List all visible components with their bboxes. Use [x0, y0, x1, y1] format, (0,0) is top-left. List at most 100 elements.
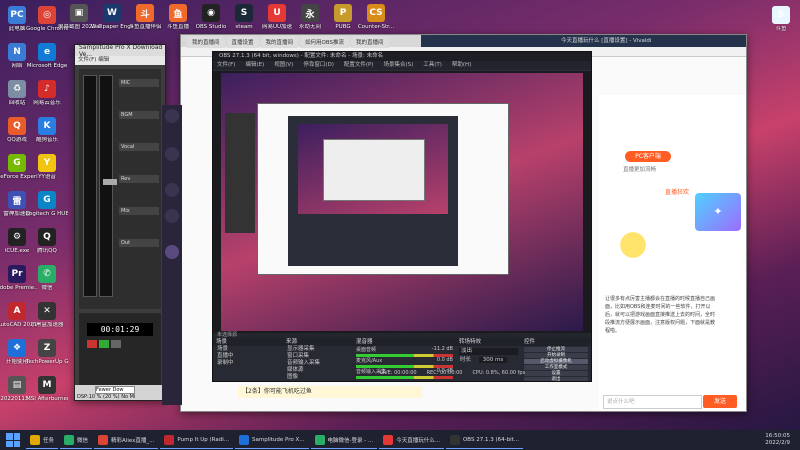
desktop-icon-label: Logitech G HUB [26, 211, 68, 217]
samplitude-titlebar[interactable]: Samplitude Pro X Download Ve... [75, 45, 165, 58]
scene-item[interactable]: 场景 [213, 346, 283, 353]
desktop-icon-icon: 鱼 [169, 4, 187, 22]
stop-button[interactable] [111, 340, 121, 348]
start-button[interactable] [6, 433, 20, 447]
douyu-side-panel: PC客户端 直播更加流畅 直播狂欢 ✦ 让很多有点厉害主播都会在直播的时候直播自… [599, 95, 746, 411]
obs-titlebar[interactable]: OBS 27.1.3 (64 bit, windows) - 配置文件: 未命名… [213, 52, 591, 61]
source-item[interactable]: 图像 [283, 374, 353, 381]
category-icon[interactable] [165, 183, 179, 197]
taskbar-app[interactable]: 今天直播玩什么... [379, 432, 444, 449]
promo-banner[interactable]: ✦ [695, 193, 741, 231]
desktop-icon[interactable]: Q 腾讯QQ [26, 228, 68, 268]
taskbar-app[interactable]: Samplitude Pro X... [234, 432, 309, 449]
obs-menu-item[interactable]: 文件(F) [217, 62, 235, 68]
taskbar-app[interactable]: 微信 [60, 432, 93, 449]
obs-menu-item[interactable]: 场景集合(S) [383, 62, 413, 68]
desktop-icon[interactable]: ✆ 微信 [26, 265, 68, 305]
fader-strip[interactable] [99, 75, 113, 297]
game-icon[interactable] [165, 209, 179, 223]
scene-item[interactable]: 录制中 [213, 360, 283, 367]
browser-tab[interactable]: 我的直播间 [260, 36, 299, 48]
obs-window[interactable]: OBS 27.1.3 (64 bit, windows) - 配置文件: 未命名… [212, 51, 592, 382]
obs-menu-item[interactable]: 帮助(H) [452, 62, 471, 68]
taskbar-app[interactable]: 电脑微信-登录 - ... [310, 432, 378, 449]
chat-input[interactable]: 说点什么吧 [603, 395, 702, 409]
clock-time[interactable]: 16:50:05 [765, 433, 790, 440]
follow-icon[interactable] [165, 109, 179, 123]
play-button[interactable] [99, 340, 109, 348]
duration-input[interactable]: 300 ms [478, 357, 508, 363]
desktop-icon[interactable]: Y YY语音 [26, 154, 68, 194]
status-bar: Fewer Dow DSP:10 % (20 %) No Mi [75, 385, 165, 400]
desktop-icon[interactable]: G Logitech G HUB [26, 191, 68, 231]
control-button[interactable]: 启动虚拟摄像机 [524, 359, 588, 364]
source-item[interactable]: 窗口采集 [283, 353, 353, 360]
control-button[interactable]: 开始录制 [524, 353, 588, 358]
control-button[interactable]: 退出 [524, 377, 588, 381]
track-label[interactable]: Vocal [119, 143, 159, 151]
taskbar-app[interactable]: Pump It Up (Radi... [160, 432, 233, 449]
desktop-icon[interactable]: e Microsoft Edge [26, 43, 68, 83]
desktop-icon-icon: Pr [8, 265, 26, 283]
fader-strip[interactable] [83, 75, 97, 297]
rec-status: REC: 00:00:00 [426, 370, 463, 376]
desktop-icon[interactable]: ♪ 网易云音乐 [26, 80, 68, 120]
obs-menu-item[interactable]: 配置文件(P) [344, 62, 374, 68]
obs-menu-item[interactable]: 停靠窗口(D) [303, 62, 334, 68]
obs-menu-item[interactable]: 视图(V) [274, 62, 293, 68]
track-label[interactable]: BGM [119, 111, 159, 119]
track-label[interactable]: Rev [119, 175, 159, 183]
clock-date[interactable]: 2022/2/9 [765, 440, 790, 447]
app-label: 电脑微信-登录 - ... [327, 437, 374, 444]
desktop-icon-icon: ♻ [8, 80, 26, 98]
track-label[interactable]: Out [119, 239, 159, 247]
history-icon[interactable] [165, 147, 179, 161]
source-item[interactable]: 显示器采集 [283, 346, 353, 353]
control-button[interactable]: 停止推流 [524, 347, 588, 352]
desktop-icon[interactable]: S 斗鱼 [760, 6, 800, 46]
send-button[interactable]: 发送 [703, 395, 737, 408]
taskbar-app[interactable]: 精彩Aliex直播_... [94, 432, 159, 449]
desktop-icon[interactable]: M MSI Afterburner [26, 376, 68, 416]
fader-knob[interactable] [103, 179, 117, 185]
pc-client-button[interactable]: PC客户端 [625, 151, 671, 162]
track-label[interactable]: Mix [119, 207, 159, 215]
app-label: 精彩Aliex直播_... [111, 437, 155, 444]
desktop-icon-label: 腾讯QQ [37, 248, 57, 254]
browser-tab[interactable]: 如何用OBS推流 [300, 36, 350, 48]
desktop-icon-label: YY语音 [38, 174, 56, 180]
transition-select[interactable]: 淡出 [459, 348, 518, 355]
taskbar-app[interactable]: OBS 27.1.3 (64-bit... [445, 432, 524, 449]
browser-tab[interactable]: 我的直播间 [187, 36, 225, 48]
preview-inner-window [257, 103, 509, 275]
transport-buttons [87, 340, 153, 348]
browser-tab[interactable]: 直播设置 [226, 36, 259, 48]
desktop-icon[interactable]: Z TechPowerUp GPU-Z [26, 339, 68, 379]
obs-menu-bar: 文件(F) 编辑(E) 视图(V) 停靠窗口(D) 配置文件(P) 场景集合(S) 工具(T… [213, 61, 591, 70]
track-label[interactable]: MIC [119, 79, 159, 87]
record-button[interactable] [87, 340, 97, 348]
dsp-status: DSP:10 % (20 %) No Mi [77, 394, 136, 400]
time-display: 00:01:29 [87, 323, 153, 336]
desktop-icon-label: MSI Afterburner [26, 396, 68, 402]
source-item[interactable]: 媒体源 [283, 367, 353, 374]
live-icon[interactable] [165, 245, 179, 259]
sources-title: 来源 [283, 338, 353, 346]
app-icon [449, 434, 460, 445]
desktop-icon[interactable]: K 酷狗音乐 [26, 117, 68, 157]
browser-tab[interactable]: 我的直播间 [351, 36, 389, 48]
mixer-channel: 桌面音频 -11.2 dB [353, 346, 456, 357]
dropdown-select[interactable]: Fewer Dow [95, 386, 135, 394]
channel-db: 0.0 dB [436, 357, 453, 363]
taskbar-app[interactable]: 任务 [26, 432, 59, 449]
samplitude-window[interactable]: Samplitude Pro X Download Ve... 文件(F) 编辑… [74, 44, 166, 401]
obs-menu-item[interactable]: 工具(T) [423, 62, 442, 68]
obs-menu-item[interactable]: 编辑(E) [245, 62, 264, 68]
app-label: 微信 [77, 437, 89, 444]
scene-item[interactable]: 直播中 [213, 353, 283, 360]
desktop-icon[interactable]: ✕ 小黑盒加速器 [26, 302, 68, 342]
desktop-icon-icon: U [268, 4, 286, 22]
obs-preview[interactable] [213, 71, 591, 333]
transport-panel: 00:01:29 [79, 313, 161, 385]
source-item[interactable]: 音频输入采集 [283, 360, 353, 367]
